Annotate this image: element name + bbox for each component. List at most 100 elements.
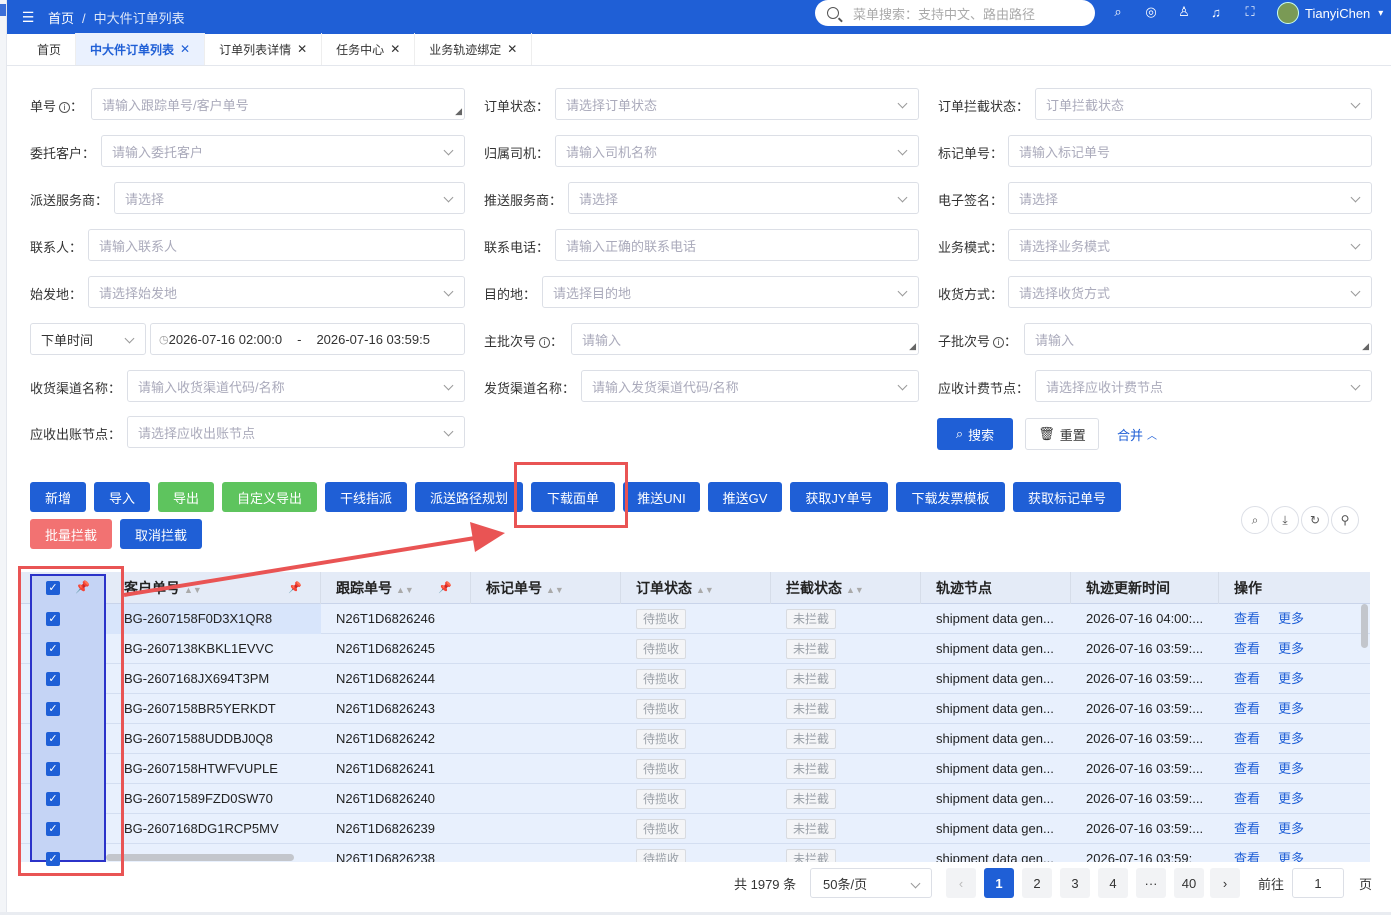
time-type-select[interactable]: 下单时间 [30,323,146,355]
table-row[interactable]: BG-26071588UDDBJ0Q8 N26T1D6826242 待揽收 未拦截 sh… [20,724,1370,754]
send-channel-select[interactable]: 请输入发货渠道代码/名称 [581,370,919,402]
ar-bill-select[interactable]: 请选择应收出账节点 [127,416,465,448]
page-button[interactable]: 40 [1174,868,1204,898]
resize-handle-icon[interactable]: ◢ [909,341,916,352]
table-row[interactable]: BG-2607168DG1RCP5MV N26T1D6826239 待揽收 未拦截 sh… [20,814,1370,844]
view-link[interactable]: 查看 [1234,731,1260,746]
goto-page-input[interactable]: 1 [1292,868,1344,898]
bell-icon[interactable]: ♫ [1207,3,1225,21]
header-intercept-status[interactable]: 拦截状态 ▲▼ [771,572,921,604]
more-link[interactable]: 更多 [1278,851,1304,862]
date-range-picker[interactable]: ◷ 2026-07-16 02:00:0-2026-07-16 03:59:5 [150,323,465,355]
table-row[interactable]: BG-26071589FZD0SW70 N26T1D6826240 待揽收 未拦截 sh… [20,784,1370,814]
delivery-sp-select[interactable]: 请选择 [114,182,465,214]
origin-select[interactable]: 请选择始发地 [88,276,465,308]
close-icon[interactable]: ✕ [180,42,190,56]
user-menu[interactable]: TianyiChen ▾ [1277,2,1383,24]
menu-search-input[interactable]: 菜单搜索：支持中文、路由路径 [815,0,1095,26]
page-button[interactable]: 1 [984,868,1014,898]
date-end[interactable]: 2026-07-16 03:59:5 [316,332,429,347]
more-link[interactable]: 更多 [1278,731,1304,746]
theme-shirt-icon[interactable]: ♙ [1175,3,1193,21]
header-mark-no[interactable]: 标记单号 ▲▼ [471,572,621,604]
github-icon[interactable]: ◎ [1142,3,1160,21]
search-icon[interactable]: ⌕ [1109,3,1127,21]
cancel-intercept-button[interactable]: 取消拦截 [120,519,202,549]
driver-select[interactable]: 请输入司机名称 [555,135,919,167]
page-button[interactable]: 4 [1098,868,1128,898]
table-row[interactable]: BG-2607158F0D3X1QR8 N26T1D6826246 待揽收 未拦截 sh… [20,604,1370,634]
tab-2[interactable]: 订单列表详情 ✕ [205,33,323,65]
next-page-button[interactable]: › [1210,868,1240,898]
main-batch-input[interactable]: 请输入 ◢ [571,323,919,355]
more-link[interactable]: 更多 [1278,671,1304,686]
dest-select[interactable]: 请选择目的地 [542,276,919,308]
more-link[interactable]: 更多 [1278,611,1304,626]
intercept-status-select[interactable]: 订单拦截状态 [1035,88,1372,120]
phone-input[interactable]: 请输入正确的联系电话 [555,229,919,261]
vertical-scrollbar[interactable] [1361,604,1368,648]
get-mark-button[interactable]: 获取标记单号 [1013,482,1121,512]
client-select[interactable]: 请输入委托客户 [101,135,465,167]
view-link[interactable]: 查看 [1234,761,1260,776]
custom-export-button[interactable]: 自定义导出 [222,482,317,512]
header-tracking-no[interactable]: 跟踪单号 ▲▼ 📌 [321,572,471,604]
view-link[interactable]: 查看 [1234,641,1260,656]
refresh-icon[interactable]: ↻ [1301,506,1329,534]
contact-input[interactable]: 请输入联系人 [88,229,465,261]
recv-channel-select[interactable]: 请输入收货渠道代码/名称 [127,370,465,402]
view-link[interactable]: 查看 [1234,611,1260,626]
tab-1[interactable]: 中大件订单列表 ✕ [76,33,206,65]
tab-4[interactable]: 业务轨迹绑定 ✕ [415,33,533,65]
page-size-select[interactable]: 50条/页 [810,868,932,898]
more-link[interactable]: 更多 [1278,791,1304,806]
table-row[interactable]: BG-2607138KBKL1EVVC N26T1D6826245 待揽收 未拦截 sh… [20,634,1370,664]
esign-select[interactable]: 请选择 [1008,182,1372,214]
menu-toggle-icon[interactable]: ☰ [20,9,36,26]
table-row[interactable]: BG-2607158BR5YERKDT N26T1D6826243 待揽收 未拦截 sh… [20,694,1370,724]
page-button[interactable]: 3 [1060,868,1090,898]
filter-icon[interactable]: ⚲ [1331,506,1359,534]
download-invoice-button[interactable]: 下载发票模板 [896,482,1005,512]
more-link[interactable]: 更多 [1278,761,1304,776]
collapse-button[interactable]: 合并 ︿ [1113,418,1161,450]
close-icon[interactable]: ✕ [297,42,307,56]
search-button[interactable]: ⌕ 搜索 [937,418,1013,450]
download-icon[interactable]: ⤓ [1271,506,1299,534]
close-icon[interactable]: ✕ [507,42,517,56]
order-no-input[interactable]: 请输入跟踪单号/客户单号 ◢ [91,88,465,120]
push-gv-button[interactable]: 推送GV [708,482,782,512]
table-row[interactable]: BG-2607158HTWFVUPLE N26T1D6826241 待揽收 未拦截 sh… [20,754,1370,784]
batch-intercept-button[interactable]: 批量拦截 [30,519,112,549]
resize-handle-icon[interactable]: ◢ [1362,341,1369,352]
view-link[interactable]: 查看 [1234,671,1260,686]
header-order-status[interactable]: 订单状态 ▲▼ [621,572,771,604]
tab-3[interactable]: 任务中心 ✕ [322,33,416,65]
table-row[interactable]: BG-2607168JX694T3PM N26T1D6826244 待揽收 未拦截 sh… [20,664,1370,694]
route-plan-button[interactable]: 派送路径规划 [415,482,523,512]
date-start[interactable]: 2026-07-16 02:00:0 [169,332,282,347]
mark-no-input[interactable]: 请输入标记单号 [1008,135,1372,167]
import-button[interactable]: 导入 [94,482,150,512]
ar-node-select[interactable]: 请选择应收计费节点 [1035,370,1372,402]
tab-0[interactable]: 首页 [7,33,77,65]
more-link[interactable]: 更多 [1278,701,1304,716]
add-button[interactable]: 新增 [30,482,86,512]
page-button[interactable]: 2 [1022,868,1052,898]
header-customer-no[interactable]: 客户单号 ▲▼ 📌 [106,572,321,604]
search-icon[interactable]: ⌕ [1241,506,1269,534]
reset-button[interactable]: 🗑 重置 [1025,418,1099,450]
biz-mode-select[interactable]: 请选择业务模式 [1008,229,1372,261]
horizontal-scrollbar[interactable] [106,854,294,861]
breadcrumb-home[interactable]: 首页 [48,11,74,26]
get-jy-button[interactable]: 获取JY单号 [790,482,888,512]
fullscreen-icon[interactable]: ⛶ [1241,3,1259,21]
order-status-select[interactable]: 请选择订单状态 [555,88,919,120]
push-uni-button[interactable]: 推送UNI [623,482,700,512]
export-button[interactable]: 导出 [158,482,214,512]
view-link[interactable]: 查看 [1234,791,1260,806]
view-link[interactable]: 查看 [1234,701,1260,716]
view-link[interactable]: 查看 [1234,851,1260,862]
sub-batch-input[interactable]: 请输入 ◢ [1024,323,1372,355]
resize-handle-icon[interactable]: ◢ [455,106,462,117]
